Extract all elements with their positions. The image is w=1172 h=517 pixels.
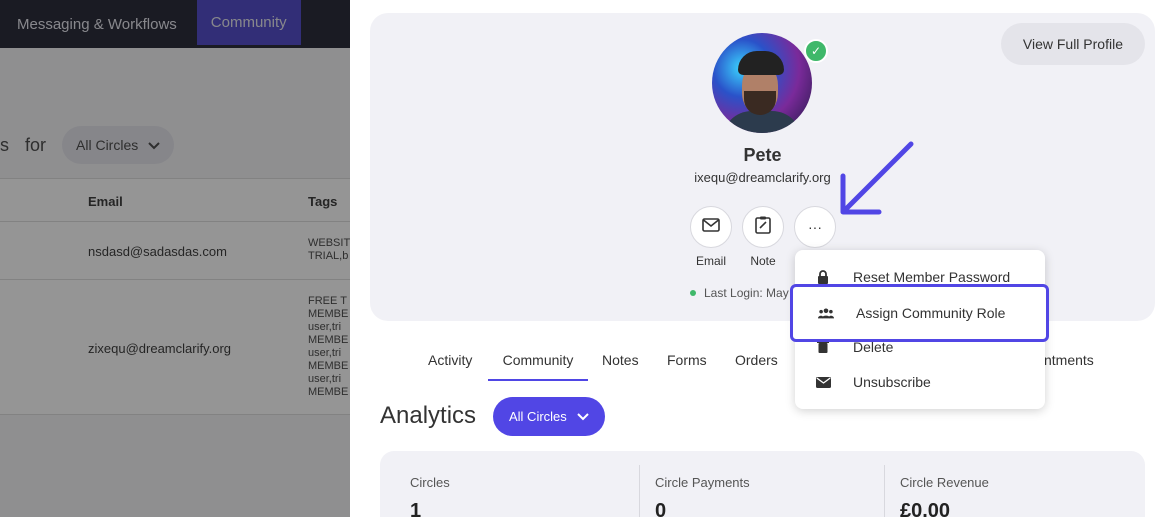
note-action-label: Note [750,254,776,268]
tab-community[interactable]: Community [488,339,588,381]
more-horizontal-icon: ··· [808,219,822,235]
stat-value: 0 [655,500,667,517]
member-name: Pete [743,145,782,165]
last-login: Last Login: May [690,286,789,300]
stat-divider [884,465,885,517]
avatar [712,33,812,133]
chevron-down-icon [577,409,589,424]
stat-circle-payments: Circle Payments 0 [655,465,750,517]
stat-circles: Circles 1 [410,465,450,517]
stat-label: Circle Payments [655,475,750,490]
note-icon [755,216,771,239]
online-status-dot [690,290,696,296]
pointer-arrow-icon [840,141,914,215]
analytics-circles-label: All Circles [509,409,567,424]
stat-label: Circle Revenue [900,475,989,490]
mail-icon [702,217,720,237]
menu-item-row: Assign Community Role [795,298,1046,328]
email-action-button[interactable] [690,206,732,248]
menu-item-label: Reset Member Password [853,269,1011,285]
lock-icon [815,269,831,285]
tab-appointments[interactable]: ntments [1044,339,1094,381]
member-email: ixequ@dreamclarify.org [694,170,831,185]
background-app: Messaging & Workflows Community s for Al… [0,0,350,517]
stat-circle-revenue: Circle Revenue £0.00 [900,465,989,517]
menu-item-assign-community-role[interactable]: Assign Community Role [790,284,1049,342]
analytics-stats: Circles 1 Circle Payments 0 Circle Reven… [380,451,1145,517]
email-action-label: Email [695,254,726,268]
modal-overlay[interactable] [0,0,350,517]
profile-tabs: Activity Community Notes Forms Orders nt… [416,339,1172,381]
tab-forms[interactable]: Forms [667,339,707,381]
view-full-profile-button[interactable]: View Full Profile [1000,23,1145,65]
analytics-title: Analytics [380,402,477,429]
tab-activity[interactable]: Activity [428,339,472,381]
menu-item-label: Assign Community Role [856,305,1006,321]
users-group-icon [818,305,834,321]
stat-label: Circles [410,475,450,490]
stat-value: £0.00 [900,500,951,517]
stat-value: 1 [410,500,422,517]
member-drawer: View Full Profile ✓ Pete ixequ@dreamclar… [350,0,1172,517]
note-action-button[interactable] [742,206,784,248]
stat-divider [639,465,640,517]
tab-notes[interactable]: Notes [602,339,639,381]
envelope-icon [815,374,831,390]
last-login-text: Last Login: May [704,286,789,300]
tab-orders[interactable]: Orders [735,339,778,381]
verified-check-icon: ✓ [804,39,828,63]
analytics-circles-select[interactable]: All Circles [493,397,605,436]
menu-item-label: Unsubscribe [853,374,931,390]
more-actions-button[interactable]: ··· [794,206,836,248]
menu-item-unsubscribe[interactable]: Unsubscribe [795,367,1045,397]
